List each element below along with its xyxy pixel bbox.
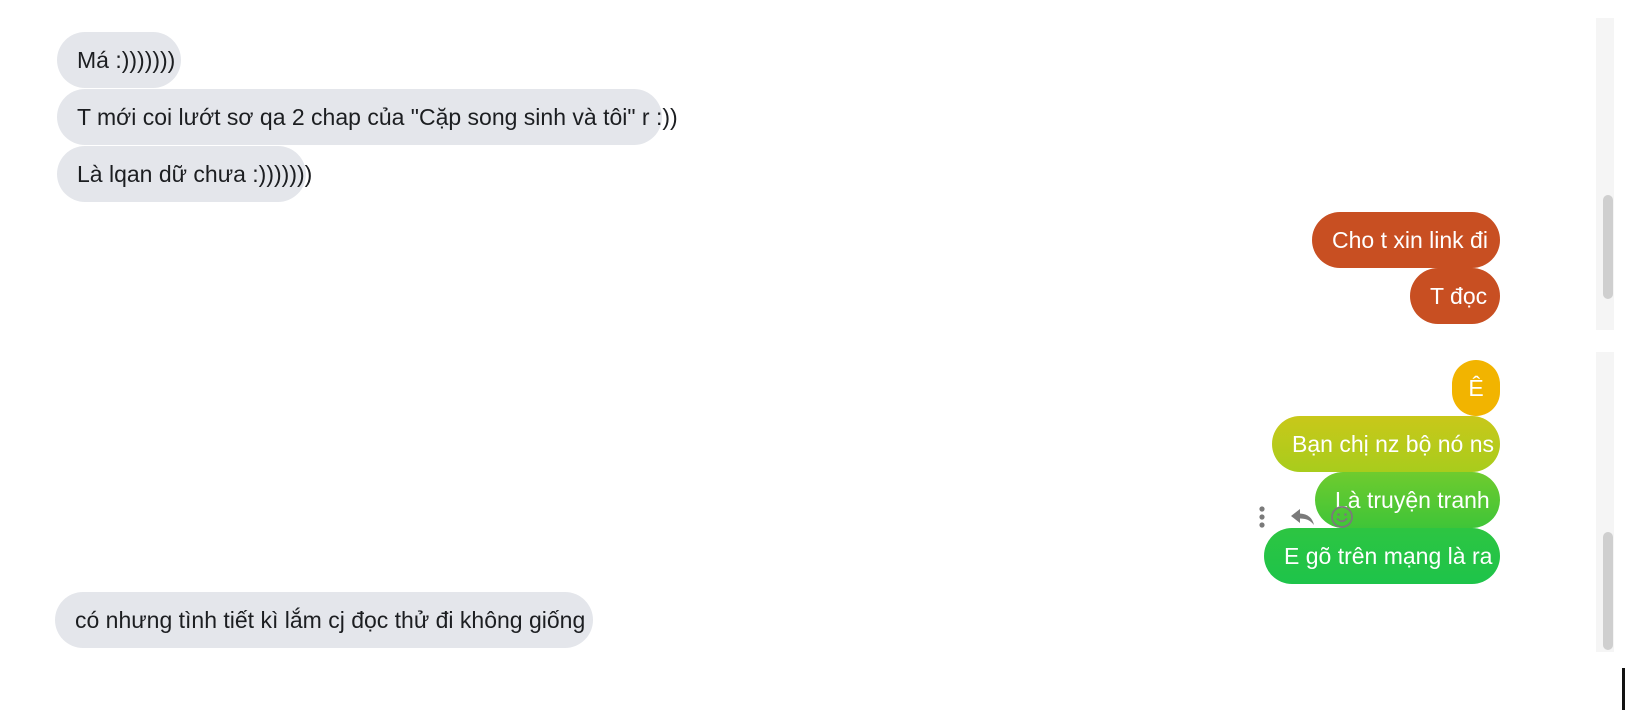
incoming-message[interactable]: T mới coi lướt sơ qa 2 chap của "Cặp son… (57, 89, 678, 145)
outgoing-message[interactable]: Bạn chị nz bộ nó ns (1272, 416, 1500, 472)
incoming-message[interactable]: có nhưng tình tiết kì lắm cj đọc thử đi … (55, 592, 593, 648)
incoming-message[interactable]: Má :))))))) (57, 32, 181, 88)
more-vertical-icon[interactable] (1258, 505, 1266, 529)
smiley-icon[interactable] (1330, 505, 1354, 529)
outgoing-message[interactable]: E gõ trên mạng là ra (1264, 528, 1500, 584)
outgoing-message[interactable]: T đọc (1410, 268, 1500, 324)
scrollbar-thumb[interactable] (1603, 532, 1613, 650)
outgoing-message[interactable]: Ê (1452, 360, 1500, 416)
incoming-message[interactable]: Là lqan dữ chưa :))))))) (57, 146, 312, 202)
outgoing-message[interactable]: Cho t xin link đi (1312, 212, 1500, 268)
scrollbar-thumb[interactable] (1603, 195, 1613, 299)
reply-icon[interactable] (1290, 507, 1316, 527)
chat-conversation: Má :))))))) T mới coi lướt sơ qa 2 chap … (0, 0, 1633, 727)
text-cursor (1622, 668, 1625, 710)
message-actions (1258, 502, 1354, 532)
